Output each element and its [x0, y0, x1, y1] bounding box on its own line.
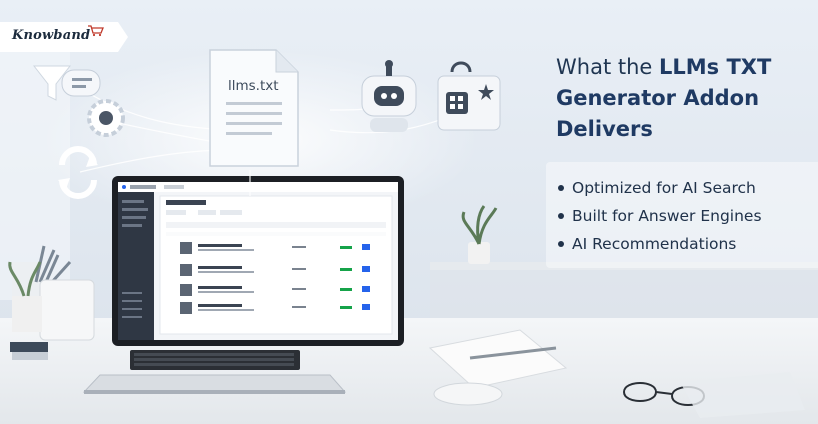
headline-bold-3: Delivers — [556, 117, 653, 141]
logo-text: Knowband — [12, 28, 91, 43]
headline-bold-1: LLMs TXT — [659, 55, 772, 79]
benefit-text: Built for Answer Engines — [572, 207, 762, 225]
text-file-icon — [209, 49, 299, 167]
bullet-dot — [558, 184, 564, 191]
benefit-text: AI Recommendations — [572, 235, 737, 253]
bullet-dot — [558, 240, 564, 247]
bullet-dot — [558, 212, 564, 219]
banner-scene: Knowband llms.txt What the LLMs TXT Gene… — [0, 0, 818, 424]
benefit-item: AI Recommendations — [554, 230, 818, 258]
gear-icon — [87, 99, 125, 137]
benefits-list: Optimized for AI Search Built for Answer… — [546, 162, 818, 258]
headline: What the LLMs TXT Generator Addon Delive… — [556, 52, 796, 145]
benefit-text: Optimized for AI Search — [572, 179, 756, 197]
document-label: llms.txt — [228, 78, 279, 94]
headline-prefix: What the — [556, 55, 659, 79]
benefit-item: Optimized for AI Search — [554, 174, 818, 202]
benefits-panel: Optimized for AI Search Built for Answer… — [546, 162, 818, 268]
benefit-item: Built for Answer Engines — [554, 202, 818, 230]
chat-bubble-icon — [61, 69, 101, 97]
knowband-logo: Knowband — [0, 22, 128, 52]
headline-bold-2: Generator Addon — [556, 86, 760, 110]
